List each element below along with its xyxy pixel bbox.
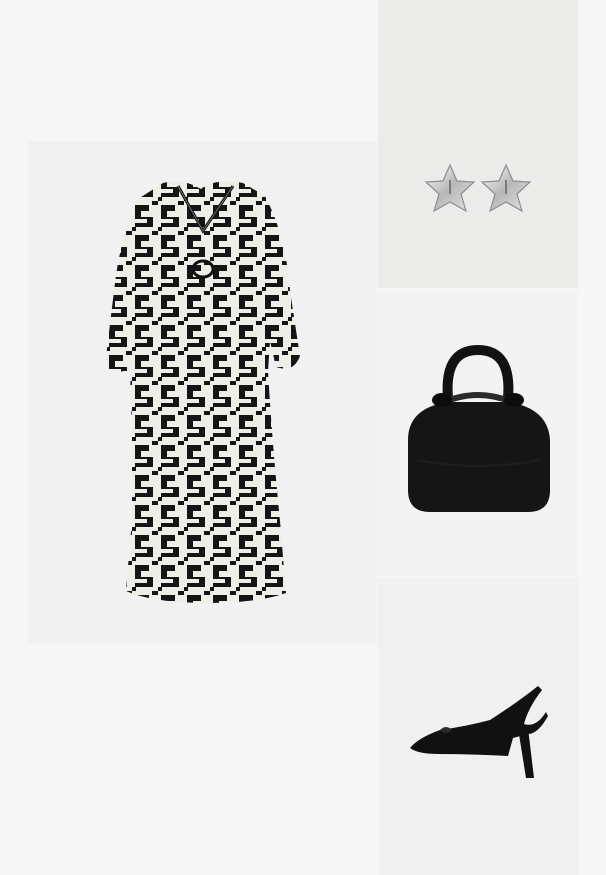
product-tile-earrings[interactable]	[378, 0, 578, 288]
dress-icon	[106, 181, 300, 604]
outfit-collage	[0, 0, 606, 875]
slingback-pump-icon	[410, 686, 548, 778]
product-tile-dress[interactable]	[28, 141, 377, 644]
handbag-icon	[408, 344, 550, 512]
product-tile-bag[interactable]	[378, 290, 578, 576]
product-tile-shoe[interactable]	[378, 578, 578, 875]
star-earrings-icon	[424, 163, 532, 213]
